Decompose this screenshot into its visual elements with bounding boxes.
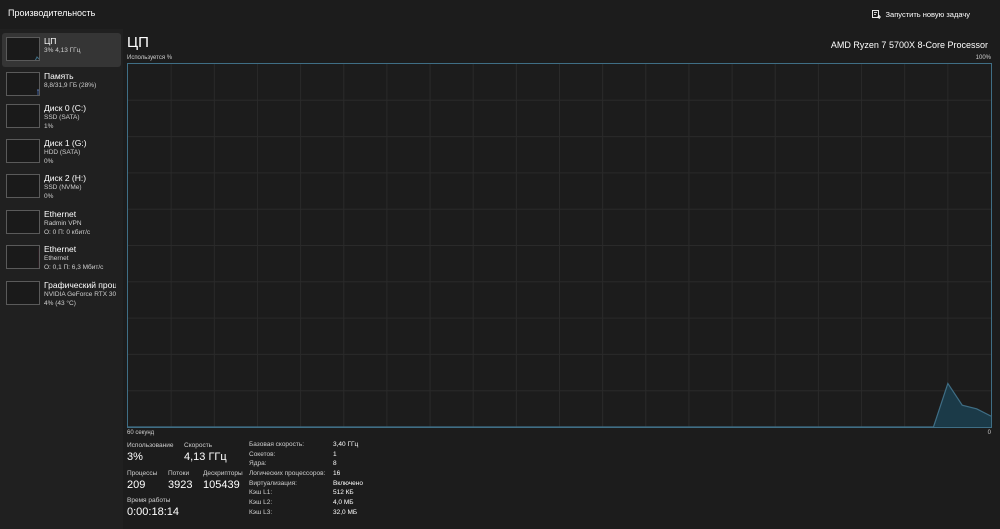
sidebar-item-cpu[interactable]: ЦП 3% 4,13 ГГц [2,33,121,67]
cpu-title: ЦП [127,34,149,51]
graph-label-usage: Используется % [127,55,173,61]
sidebar-item-ethernet[interactable]: Ethernet Ethernet О: 0,1 П: 6,3 Мбит/с [2,241,121,275]
graph-time-label: 60 секунд [127,430,155,436]
handles-value: 105439 [203,479,240,491]
sidebar-item-ethernet-vpn[interactable]: Ethernet Radmin VPN О: 0 П: 0 кбит/с [2,206,121,240]
sidebar-item-disk-1[interactable]: Диск 1 (G:) HDD (SATA) 0% [2,135,121,169]
info-key: Кэш L2: [249,499,273,507]
disk-1-thumbnail [6,139,40,163]
ethernet-vpn-thumbnail [6,210,40,234]
sidebar-item-value: 0% [44,192,54,200]
info-key: Логических процессоров: [249,470,326,478]
info-value: 8 [333,460,337,468]
info-key: Ядра: [249,460,267,468]
info-key: Кэш L1: [249,489,273,497]
sidebar-item-label: Ethernet [44,244,77,254]
stat-threads: Потоки 3923 [168,469,192,492]
info-value: 1 [333,450,337,458]
info-key: Базовая скорость: [249,441,305,448]
sidebar-item-disk-2[interactable]: Диск 2 (H:) SSD (NVMe) 0% [2,170,121,204]
sidebar-item-label: Диск 2 (H:) [44,173,87,183]
graph-label-max: 100% [975,55,991,61]
sidebar-item-detail: SSD (SATA) [44,114,80,121]
sidebar-item-detail: NVIDIA GeForce RTX 3050 [44,291,116,298]
info-value: Включено [333,479,363,487]
uptime-label: Время работы [127,497,171,504]
memory-thumbnail [6,72,40,96]
run-task-label: Запустить новую задачу [885,9,970,19]
cpu-usage-chart [128,64,991,427]
info-key: Кэш L3: [249,508,273,516]
title-bar: Производительность Запустить новую задач… [0,0,1000,28]
stat-speed: Скорость 4,13 ГГц [184,441,227,464]
uptime-value: 0:00:18:14 [127,506,179,518]
sidebar-item-value: 4% (43 °C) [44,299,76,307]
graph-zero-label: 0 [987,430,991,436]
sidebar-item-label: Диск 1 (G:) [44,138,87,148]
sidebar-item-label: Ethernet [44,209,77,219]
info-value: 16 [333,470,341,478]
speed-label: Скорость [184,442,213,449]
stat-uptime: Время работы 0:00:18:14 [127,496,179,519]
sidebar-item-disk-0[interactable]: Диск 0 (C:) SSD (SATA) 1% [2,100,121,134]
sidebar-item-label: Память [44,71,74,81]
processes-value: 209 [127,479,146,491]
sidebar-item-value: О: 0 П: 0 кбит/с [44,228,91,236]
processor-name: AMD Ryzen 7 5700X 8-Core Processor [830,40,988,50]
info-key: Сокетов: [249,450,276,458]
usage-label: Использование [127,442,174,449]
processes-label: Процессы [127,470,158,477]
sidebar-item-value: О: 0,1 П: 6,3 Мбит/с [44,263,104,271]
sidebar-item-value: 0% [44,157,54,165]
sidebar-item-detail: SSD (NVMe) [44,184,82,191]
run-new-task-button[interactable]: Запустить новую задачу [871,7,970,21]
sidebar-item-detail: 8,8/31,9 ГБ (28%) [44,82,97,89]
disk-0-thumbnail [6,104,40,128]
info-value: 32,0 МБ [333,508,358,516]
stat-processes: Процессы 209 [127,469,157,492]
stat-handles: Дескрипторы 105439 [203,469,243,492]
sidebar-item-detail: Radmin VPN [44,220,82,227]
usage-value: 3% [127,451,143,463]
sidebar-item-detail: Ethernet [44,255,69,262]
sidebar-item-label: Графический процессор 0 [44,280,116,290]
sidebar-item-label: Диск 0 (C:) [44,103,87,113]
handles-label: Дескрипторы [203,470,243,477]
sidebar-item-label: ЦП [44,36,57,46]
gpu-thumbnail [6,281,40,305]
ethernet-thumbnail [6,245,40,269]
cpu-usage-graph [127,63,992,428]
sidebar-item-detail: 3% 4,13 ГГц [44,47,81,54]
info-value: 4,0 МБ [333,499,354,507]
info-value: 3,40 ГГц [333,441,359,448]
disk-2-thumbnail [6,174,40,198]
sidebar-item-detail: HDD (SATA) [44,149,81,156]
speed-value: 4,13 ГГц [184,451,227,463]
sidebar-item-gpu[interactable]: Графический процессор 0 NVIDIA GeForce R… [2,277,121,311]
info-key: Виртуализация: [249,479,297,487]
sidebar-item-memory[interactable]: Память 8,8/31,9 ГБ (28%) [2,68,121,102]
page-title: Производительность [8,8,96,18]
stat-usage: Использование 3% [127,441,173,464]
threads-value: 3923 [168,479,193,491]
threads-label: Потоки [168,470,190,477]
run-task-icon [871,9,881,19]
sidebar: ЦП 3% 4,13 ГГц Память 8,8/31,9 ГБ (28%) … [0,29,123,529]
info-value: 512 КБ [333,489,354,497]
sidebar-item-value: 1% [44,122,54,130]
cpu-thumbnail [6,37,40,61]
